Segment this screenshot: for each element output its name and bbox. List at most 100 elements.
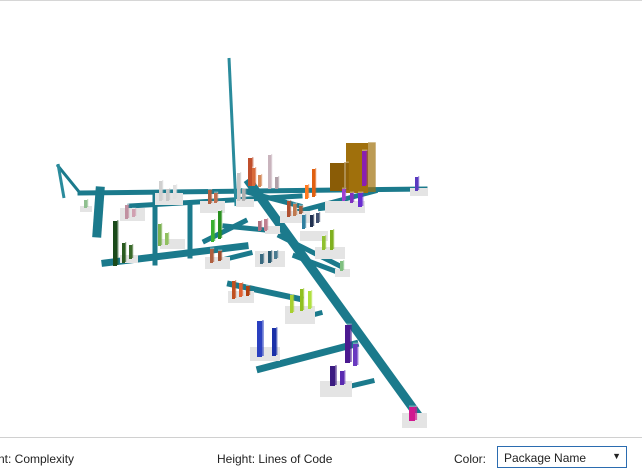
building-front [287, 201, 290, 217]
class-building [84, 198, 89, 208]
class-building [239, 281, 244, 297]
color-select[interactable]: Package Name ▼ [497, 446, 627, 468]
class-building [322, 234, 327, 250]
class-building [342, 187, 347, 201]
building-side [311, 290, 313, 308]
building-roof [330, 161, 349, 163]
building-roof [272, 326, 278, 328]
building-side [362, 192, 364, 206]
building-roof [350, 191, 355, 193]
class-building [218, 209, 223, 239]
building-roof [353, 342, 359, 344]
building-roof [275, 175, 280, 177]
building-front [290, 295, 293, 313]
building-roof [287, 199, 292, 201]
building-side [293, 294, 295, 312]
building-side [335, 365, 337, 385]
class-building [287, 199, 292, 217]
building-roof [274, 249, 279, 251]
class-building [242, 187, 247, 201]
building-front [299, 206, 302, 214]
building-roof [242, 187, 247, 189]
building-side [261, 220, 263, 230]
class-building [293, 202, 298, 216]
building-roof [258, 219, 263, 221]
code-city-canvas[interactable] [0, 1, 642, 438]
building-front [248, 158, 252, 186]
class-building [358, 191, 364, 207]
building-side [353, 192, 355, 202]
building-roof [232, 279, 237, 281]
building-front [415, 177, 418, 191]
building-roof [260, 252, 265, 254]
building-front [132, 209, 135, 217]
building-front [218, 251, 221, 261]
class-building [129, 243, 134, 259]
building-roof [246, 284, 251, 286]
building-front [312, 169, 315, 197]
class-building [260, 252, 265, 264]
class-building [246, 284, 251, 296]
building-side [350, 324, 352, 362]
building-front [252, 168, 255, 186]
building-roof [132, 207, 137, 209]
building-roof [258, 173, 263, 175]
building-side [168, 232, 170, 244]
building-front [330, 163, 344, 191]
building-front [272, 328, 276, 356]
building-side [213, 248, 215, 262]
class-building [264, 217, 269, 231]
class-building [210, 247, 215, 263]
building-side [343, 260, 345, 270]
building-side [345, 188, 347, 200]
building-side [240, 172, 242, 200]
building-roof [218, 209, 223, 211]
building-roof [210, 247, 215, 249]
class-building [113, 219, 119, 266]
building-roof [305, 183, 310, 185]
building-side [261, 174, 263, 186]
building-front [358, 193, 362, 207]
building-side [245, 188, 247, 200]
building-roof [330, 228, 335, 230]
class-building [312, 167, 317, 197]
building-roof [166, 187, 171, 189]
building-side [271, 154, 273, 188]
class-building [290, 293, 295, 313]
building-side [276, 327, 278, 355]
class-building [300, 287, 305, 311]
building-side [211, 189, 213, 203]
building-side [296, 203, 298, 215]
building-side [325, 235, 327, 249]
building-roof [268, 249, 273, 251]
building-roof [340, 369, 346, 371]
building-side [242, 282, 244, 296]
building-roof [322, 234, 327, 236]
building-roof [218, 249, 223, 251]
class-building [299, 204, 304, 214]
building-side [128, 204, 130, 218]
height-metric-label: Height: Lines of Code [217, 452, 333, 466]
building-front [345, 325, 350, 363]
building-roof [214, 191, 219, 193]
building-front [84, 200, 87, 208]
building-front [340, 371, 344, 385]
class-building [218, 249, 223, 261]
class-building [159, 179, 164, 201]
building-side [308, 184, 310, 198]
class-building [330, 161, 349, 191]
class-building [409, 405, 418, 421]
building-side [366, 150, 368, 185]
building-side [217, 192, 219, 202]
building-front [165, 233, 168, 245]
building-front [208, 190, 211, 204]
district-plot [160, 239, 185, 249]
class-building [274, 249, 279, 259]
class-building [214, 191, 219, 203]
city-visualization-viewport[interactable] [0, 0, 642, 437]
class-building [305, 183, 310, 199]
building-front [362, 151, 366, 186]
building-roof [248, 156, 254, 158]
building-roof [165, 231, 170, 233]
building-front [268, 155, 271, 189]
